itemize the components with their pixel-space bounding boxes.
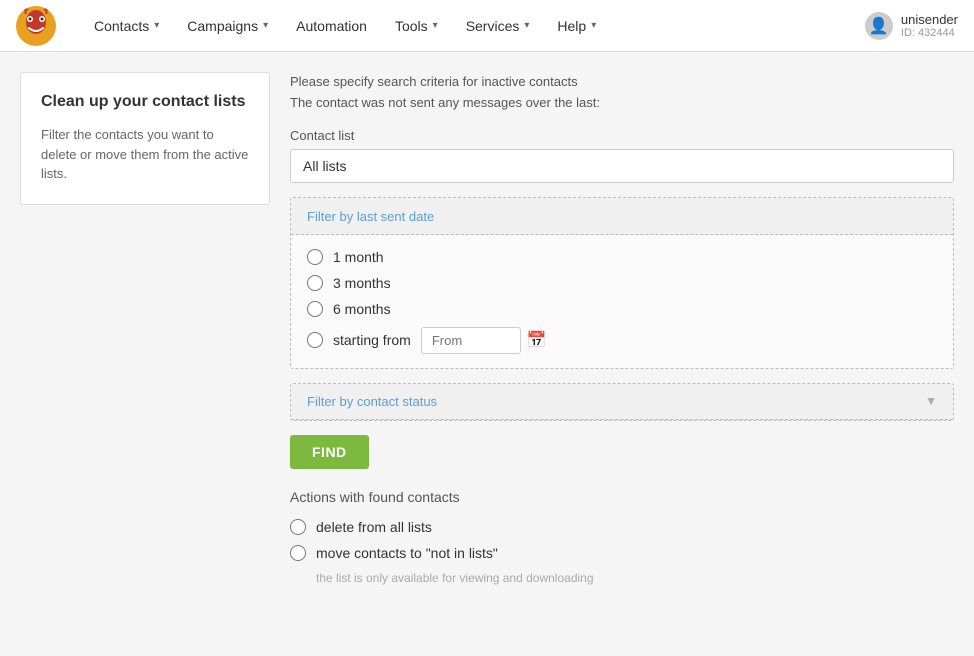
radio-input-from[interactable] — [307, 332, 323, 348]
action-radio-delete[interactable] — [290, 519, 306, 535]
radio-1month[interactable]: 1 month — [307, 249, 937, 265]
filter-date-header: Filter by last sent date — [291, 198, 953, 235]
radio-input-6months[interactable] — [307, 301, 323, 317]
nav-item-help[interactable]: Help ▾ — [543, 0, 610, 52]
user-avatar-icon: 👤 — [865, 12, 893, 40]
filter-status-section: Filter by contact status ▼ — [290, 383, 954, 421]
find-button[interactable]: FIND — [290, 435, 369, 469]
campaigns-caret: ▾ — [263, 20, 268, 31]
nav-item-campaigns[interactable]: Campaigns ▾ — [173, 0, 282, 52]
radio-input-1month[interactable] — [307, 249, 323, 265]
logo[interactable] — [16, 6, 56, 46]
user-id: ID: 432444 — [901, 27, 958, 39]
description-line2: The contact was not sent any messages ov… — [290, 93, 954, 114]
action-label-move: move contacts to "not in lists" — [316, 545, 498, 561]
sidebar-card: Clean up your contact lists Filter the c… — [20, 72, 270, 205]
nav-item-contacts[interactable]: Contacts ▾ — [80, 0, 173, 52]
radio-label-1month: 1 month — [333, 249, 384, 265]
radio-6months[interactable]: 6 months — [307, 301, 937, 317]
nav-item-tools[interactable]: Tools ▾ — [381, 0, 452, 52]
sidebar-description: Filter the contacts you want to delete o… — [41, 125, 249, 184]
radio-3months[interactable]: 3 months — [307, 275, 937, 291]
nav-item-automation[interactable]: Automation — [282, 0, 381, 52]
filter-date-section: Filter by last sent date 1 month 3 month… — [290, 197, 954, 369]
action-radio-move[interactable] — [290, 545, 306, 561]
contact-list-label: Contact list — [290, 128, 954, 143]
from-date-input[interactable] — [421, 327, 521, 354]
sidebar-title: Clean up your contact lists — [41, 93, 249, 111]
contact-list-select[interactable]: All lists — [290, 149, 954, 183]
radio-label-from: starting from — [333, 332, 411, 348]
nav-links: Contacts ▾ Campaigns ▾ Automation Tools … — [80, 0, 865, 52]
radio-input-3months[interactable] — [307, 275, 323, 291]
main-content: Please specify search criteria for inact… — [290, 72, 954, 585]
sidebar: Clean up your contact lists Filter the c… — [20, 72, 270, 585]
page-content: Clean up your contact lists Filter the c… — [0, 52, 974, 605]
action-note: the list is only available for viewing a… — [316, 571, 954, 585]
calendar-icon[interactable]: 📅 — [527, 330, 547, 350]
filter-status-toggle-icon: ▼ — [925, 394, 937, 408]
action-move: move contacts to "not in lists" — [290, 545, 954, 561]
filter-date-radio-group: 1 month 3 months 6 months starting from — [307, 249, 937, 354]
user-name: unisender — [901, 12, 958, 27]
actions-label: Actions with found contacts — [290, 489, 954, 505]
filter-date-title: Filter by last sent date — [307, 209, 434, 224]
navbar-user[interactable]: 👤 unisender ID: 432444 — [865, 12, 958, 40]
radio-label-6months: 6 months — [333, 301, 391, 317]
description-line1: Please specify search criteria for inact… — [290, 72, 954, 93]
radio-label-3months: 3 months — [333, 275, 391, 291]
navbar: Contacts ▾ Campaigns ▾ Automation Tools … — [0, 0, 974, 52]
description-block: Please specify search criteria for inact… — [290, 72, 954, 114]
user-info: unisender ID: 432444 — [901, 12, 958, 39]
tools-caret: ▾ — [433, 20, 438, 31]
contacts-caret: ▾ — [154, 20, 159, 31]
nav-item-services[interactable]: Services ▾ — [452, 0, 544, 52]
help-caret: ▾ — [591, 20, 596, 31]
filter-date-body: 1 month 3 months 6 months starting from — [291, 235, 953, 368]
filter-status-header[interactable]: Filter by contact status ▼ — [291, 384, 953, 420]
action-label-delete: delete from all lists — [316, 519, 432, 535]
from-input-wrap: 📅 — [421, 327, 547, 354]
radio-from-row: starting from 📅 — [307, 327, 937, 354]
services-caret: ▾ — [524, 20, 529, 31]
filter-status-title: Filter by contact status — [307, 394, 437, 409]
action-delete: delete from all lists — [290, 519, 954, 535]
